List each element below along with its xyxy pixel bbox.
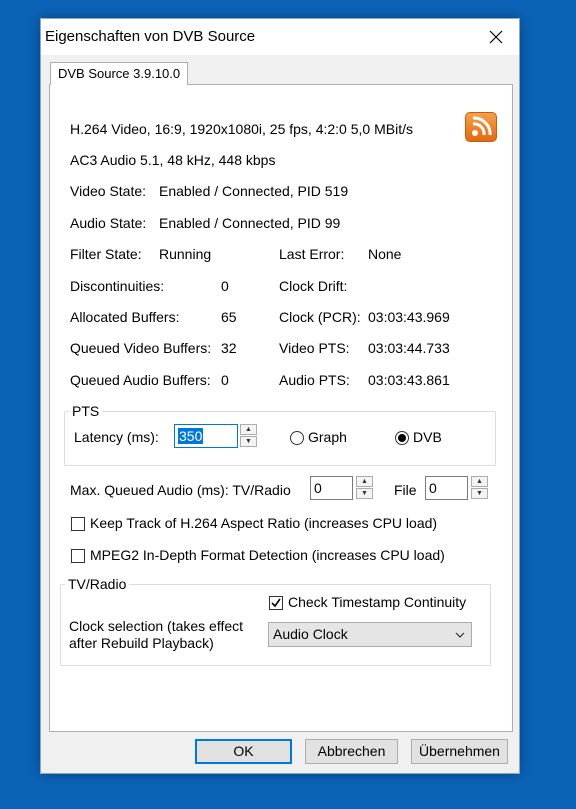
audio-state-value: Enabled / Connected, PID 99 — [159, 215, 341, 231]
tvradio-group-label: TV/Radio — [65, 576, 130, 592]
clock-selection-label-line2: after Rebuild Playback) — [69, 635, 214, 651]
video-info: H.264 Video, 16:9, 1920x1080i, 25 fps, 4… — [70, 121, 413, 137]
discontinuities-value: 0 — [221, 278, 229, 294]
dvb-radio[interactable] — [395, 431, 409, 445]
file-down-arrow-icon[interactable]: ▼ — [471, 488, 488, 499]
clock-pcr-label: Clock (PCR): — [279, 309, 361, 325]
clock-selection-dropdown[interactable]: Audio Clock — [268, 622, 472, 647]
graph-label[interactable]: Graph — [308, 429, 347, 445]
tvradio-down-arrow-icon[interactable]: ▼ — [356, 488, 373, 499]
filter-state-value: Running — [159, 246, 212, 262]
mpeg2-detection-label[interactable]: MPEG2 In-Depth Format Detection (increas… — [90, 547, 445, 563]
last-error-label: Last Error: — [279, 246, 345, 262]
latency-down-arrow-icon[interactable]: ▼ — [240, 436, 257, 447]
allocated-buffers-label: Allocated Buffers: — [70, 309, 180, 325]
audio-pts-value: 03:03:43.861 — [368, 372, 450, 388]
pts-group-label: PTS — [69, 403, 103, 419]
allocated-buffers-value: 65 — [221, 309, 237, 325]
audio-info: AC3 Audio 5.1, 48 kHz, 448 kbps — [70, 152, 276, 168]
properties-dialog: Eigenschaften von DVB Source DVB Source … — [40, 18, 520, 774]
filter-state-label: Filter State: — [70, 246, 142, 262]
queued-audio-buffers-label: Queued Audio Buffers: — [70, 372, 211, 388]
close-button[interactable] — [473, 19, 519, 55]
graph-radio[interactable] — [290, 431, 304, 445]
tvradio-up-arrow-icon[interactable]: ▲ — [356, 476, 373, 487]
clock-selection-value: Audio Clock — [273, 626, 348, 642]
video-pts-value: 03:03:44.733 — [368, 340, 450, 356]
latency-up-arrow-icon[interactable]: ▲ — [240, 424, 257, 435]
tvradio-queue-input[interactable]: 0 — [310, 476, 353, 500]
clock-pcr-value: 03:03:43.969 — [368, 309, 450, 325]
mpeg2-detection-checkbox[interactable] — [71, 549, 85, 563]
title-bar: Eigenschaften von DVB Source — [41, 19, 519, 55]
clock-drift-label: Clock Drift: — [279, 278, 348, 294]
close-icon — [489, 30, 503, 44]
timestamp-continuity-label[interactable]: Check Timestamp Continuity — [288, 594, 466, 610]
latency-label: Latency (ms): — [74, 429, 159, 445]
file-queue-input[interactable]: 0 — [425, 476, 468, 500]
file-up-arrow-icon[interactable]: ▲ — [471, 476, 488, 487]
ok-button[interactable]: OK — [195, 739, 292, 764]
aspect-ratio-checkbox[interactable] — [71, 517, 85, 531]
cancel-button[interactable]: Abbrechen — [305, 739, 398, 764]
apply-button[interactable]: Übernehmen — [411, 739, 508, 764]
audio-state-label: Audio State: — [70, 215, 147, 231]
discontinuities-label: Discontinuities: — [70, 278, 165, 294]
dvb-label[interactable]: DVB — [413, 429, 442, 445]
queued-video-buffers-value: 32 — [221, 340, 237, 356]
last-error-value: None — [368, 246, 402, 262]
checkmark-icon — [271, 598, 281, 608]
rss-icon — [465, 112, 497, 142]
latency-input[interactable]: 350 — [174, 424, 238, 448]
file-label: File — [394, 482, 417, 498]
tab-panel: H.264 Video, 16:9, 1920x1080i, 25 fps, 4… — [49, 84, 513, 732]
window-title: Eigenschaften von DVB Source — [45, 28, 256, 45]
audio-pts-label: Audio PTS: — [279, 372, 350, 388]
max-queued-audio-label: Max. Queued Audio (ms): TV/Radio — [70, 482, 291, 498]
video-pts-label: Video PTS: — [279, 340, 350, 356]
chevron-down-icon — [455, 632, 465, 638]
video-state-value: Enabled / Connected, PID 519 — [159, 183, 349, 199]
queued-audio-buffers-value: 0 — [221, 372, 229, 388]
queued-video-buffers-label: Queued Video Buffers: — [70, 340, 212, 356]
video-state-label: Video State: — [70, 183, 147, 199]
clock-selection-label-line1: Clock selection (takes effect — [69, 618, 244, 634]
timestamp-continuity-checkbox[interactable] — [269, 596, 283, 610]
tab-dvb-source[interactable]: DVB Source 3.9.10.0 — [50, 62, 189, 85]
aspect-ratio-label[interactable]: Keep Track of H.264 Aspect Ratio (increa… — [90, 515, 437, 531]
